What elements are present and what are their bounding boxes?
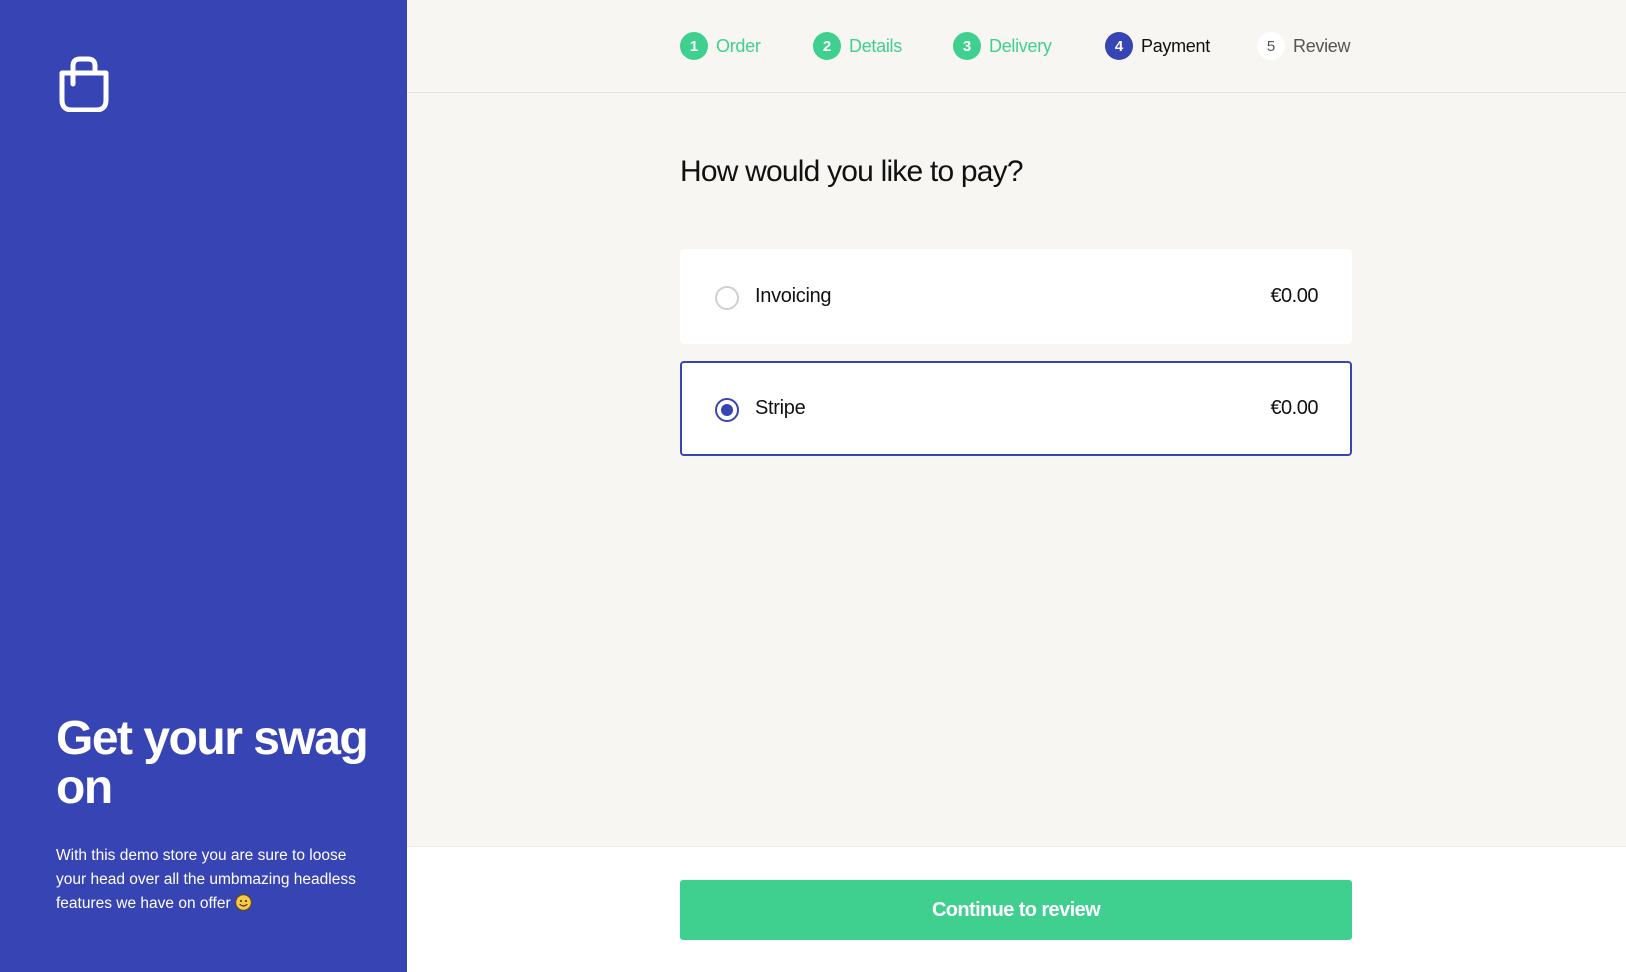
- step-number: 1: [680, 32, 708, 60]
- payment-option-stripe[interactable]: Stripe €0.00: [680, 361, 1352, 456]
- radio-button[interactable]: [715, 398, 739, 422]
- step-details[interactable]: 2 Details: [813, 32, 902, 60]
- promo-description-text: With this demo store you are sure to loo…: [56, 847, 356, 912]
- step-label: Details: [849, 35, 902, 56]
- payment-option-label: Invoicing: [755, 285, 832, 307]
- step-order[interactable]: 1 Order: [680, 32, 761, 60]
- checkout-stepper: 1 Order 2 Details 3 Delivery 4 Payment 5…: [407, 0, 1626, 93]
- step-review[interactable]: 5 Review: [1257, 32, 1351, 60]
- step-number: 2: [813, 32, 841, 60]
- step-payment[interactable]: 4 Payment: [1105, 32, 1210, 60]
- step-number: 5: [1257, 32, 1285, 60]
- checkout-page: Get your swag on With this demo store yo…: [0, 0, 1626, 972]
- payment-option-invoicing[interactable]: Invoicing €0.00: [680, 249, 1352, 344]
- step-number: 4: [1105, 32, 1133, 60]
- step-label: Delivery: [989, 35, 1052, 56]
- continue-to-review-button[interactable]: Continue to review: [680, 880, 1352, 940]
- promo-description: With this demo store you are sure to loo…: [56, 844, 366, 916]
- smiley-icon: [234, 894, 252, 911]
- sidebar: Get your swag on With this demo store yo…: [0, 0, 407, 972]
- shopping-bag-icon[interactable]: [58, 56, 110, 112]
- step-label: Order: [716, 35, 761, 56]
- payment-option-label: Stripe: [755, 397, 806, 419]
- payment-heading: How would you like to pay?: [680, 155, 1024, 188]
- payment-option-price: €0.00: [1270, 397, 1318, 419]
- promo-title: Get your swag on: [56, 712, 369, 814]
- step-number: 3: [953, 32, 981, 60]
- checkout-footer: Continue to review: [407, 846, 1626, 972]
- main-content: 1 Order 2 Details 3 Delivery 4 Payment 5…: [407, 0, 1626, 972]
- radio-button[interactable]: [715, 286, 739, 310]
- step-delivery[interactable]: 3 Delivery: [953, 32, 1052, 60]
- payment-option-price: €0.00: [1270, 285, 1318, 307]
- step-label: Payment: [1141, 35, 1210, 56]
- step-label: Review: [1293, 35, 1351, 56]
